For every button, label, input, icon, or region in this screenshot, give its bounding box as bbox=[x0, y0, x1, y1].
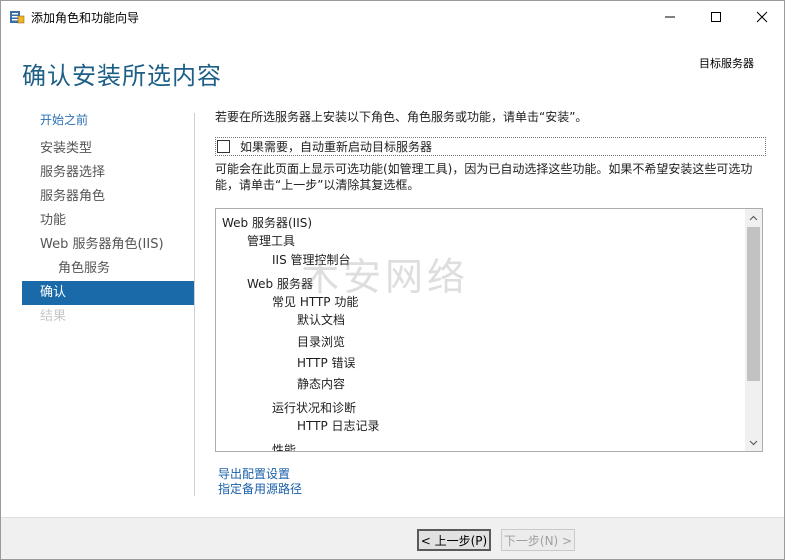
previous-button[interactable]: < 上一步(P) bbox=[417, 529, 491, 551]
page-title: 确认安装所选内容 bbox=[22, 62, 222, 90]
sidebar-divider bbox=[194, 113, 195, 496]
feature-item: IIS 管理控制台 bbox=[272, 253, 351, 267]
feature-list: Web 服务器(IIS) 管理工具 IIS 管理控制台 Web 服务器 常见 H… bbox=[216, 209, 746, 451]
window-title: 添加角色和功能向导 bbox=[31, 11, 140, 25]
close-icon bbox=[756, 11, 768, 22]
feature-item: 常见 HTTP 功能 bbox=[272, 295, 359, 309]
title-bar: 添加角色和功能向导 bbox=[1, 1, 784, 32]
nav-item-installation-type[interactable]: 安装类型 bbox=[22, 137, 194, 161]
optional-features-info: 可能会在此页面上显示可选功能(如管理工具)，因为已自动选择这些功能。如果不希望安… bbox=[215, 162, 753, 192]
restart-option[interactable]: 如果需要，自动重新启动目标服务器 bbox=[215, 137, 766, 156]
feature-item: 运行状况和诊断 bbox=[272, 401, 357, 415]
minimize-icon bbox=[665, 16, 675, 17]
scroll-up-button[interactable] bbox=[745, 209, 762, 226]
nav-item-confirmation[interactable]: 确认 bbox=[22, 281, 194, 305]
nav-item-role-services[interactable]: 角色服务 bbox=[22, 257, 194, 281]
confirmation-content: 若要在所选服务器上安装以下角色、角色服务或功能，请单击“安装”。 如果需要，自动… bbox=[215, 107, 766, 452]
export-config-link[interactable]: 导出配置设置 bbox=[218, 467, 302, 482]
feature-list-scrollbar[interactable] bbox=[745, 209, 762, 451]
chevron-up-icon bbox=[749, 215, 758, 220]
feature-item: 默认文档 bbox=[297, 313, 346, 327]
feature-item: 管理工具 bbox=[247, 234, 296, 248]
wizard-window: 添加角色和功能向导 确认安装所选内容 目标服务器 开始之前 安装类型 服务器选择… bbox=[0, 0, 785, 560]
maximize-icon bbox=[711, 11, 721, 22]
maximize-button[interactable] bbox=[693, 1, 739, 32]
minimize-button[interactable] bbox=[647, 1, 693, 32]
server-manager-icon bbox=[9, 9, 25, 24]
nav-item-before-you-begin[interactable]: 开始之前 bbox=[22, 113, 194, 137]
feature-item: 目录浏览 bbox=[297, 335, 346, 349]
scroll-thumb[interactable] bbox=[747, 227, 760, 381]
feature-item: 性能 bbox=[272, 443, 297, 451]
feature-item: 静态内容 bbox=[297, 377, 346, 391]
feature-list-box[interactable]: Web 服务器(IIS) 管理工具 IIS 管理控制台 Web 服务器 常见 H… bbox=[215, 208, 763, 452]
feature-item: HTTP 错误 bbox=[297, 356, 356, 370]
target-server-label: 目标服务器 bbox=[699, 57, 754, 70]
nav-item-server-selection[interactable]: 服务器选择 bbox=[22, 161, 194, 185]
scroll-down-button[interactable] bbox=[745, 434, 762, 451]
wizard-header: 确认安装所选内容 目标服务器 bbox=[1, 32, 784, 104]
wizard-steps-nav: 开始之前 安装类型 服务器选择 服务器角色 功能 Web 服务器角色(IIS) … bbox=[22, 113, 194, 329]
wizard-footer: < 上一步(P) 下一步(N) > bbox=[1, 517, 784, 559]
instruction-text: 若要在所选服务器上安装以下角色、角色服务或功能，请单击“安装”。 bbox=[215, 110, 588, 124]
feature-item: Web 服务器 bbox=[247, 277, 313, 291]
nav-item-server-roles[interactable]: 服务器角色 bbox=[22, 185, 194, 209]
nav-item-web-server-role[interactable]: Web 服务器角色(IIS) bbox=[22, 233, 194, 257]
close-button[interactable] bbox=[739, 1, 784, 32]
nav-item-features[interactable]: 功能 bbox=[22, 209, 194, 233]
restart-checkbox[interactable] bbox=[217, 140, 230, 153]
restart-label[interactable]: 如果需要，自动重新启动目标服务器 bbox=[240, 138, 432, 155]
feature-item: Web 服务器(IIS) bbox=[222, 216, 313, 230]
feature-item: HTTP 日志记录 bbox=[297, 419, 380, 433]
alternate-source-link[interactable]: 指定备用源路径 bbox=[218, 482, 302, 497]
config-links: 导出配置设置 指定备用源路径 bbox=[218, 467, 302, 497]
nav-item-results: 结果 bbox=[40, 309, 67, 324]
chevron-down-icon bbox=[749, 440, 758, 445]
next-button: 下一步(N) > bbox=[501, 529, 575, 551]
